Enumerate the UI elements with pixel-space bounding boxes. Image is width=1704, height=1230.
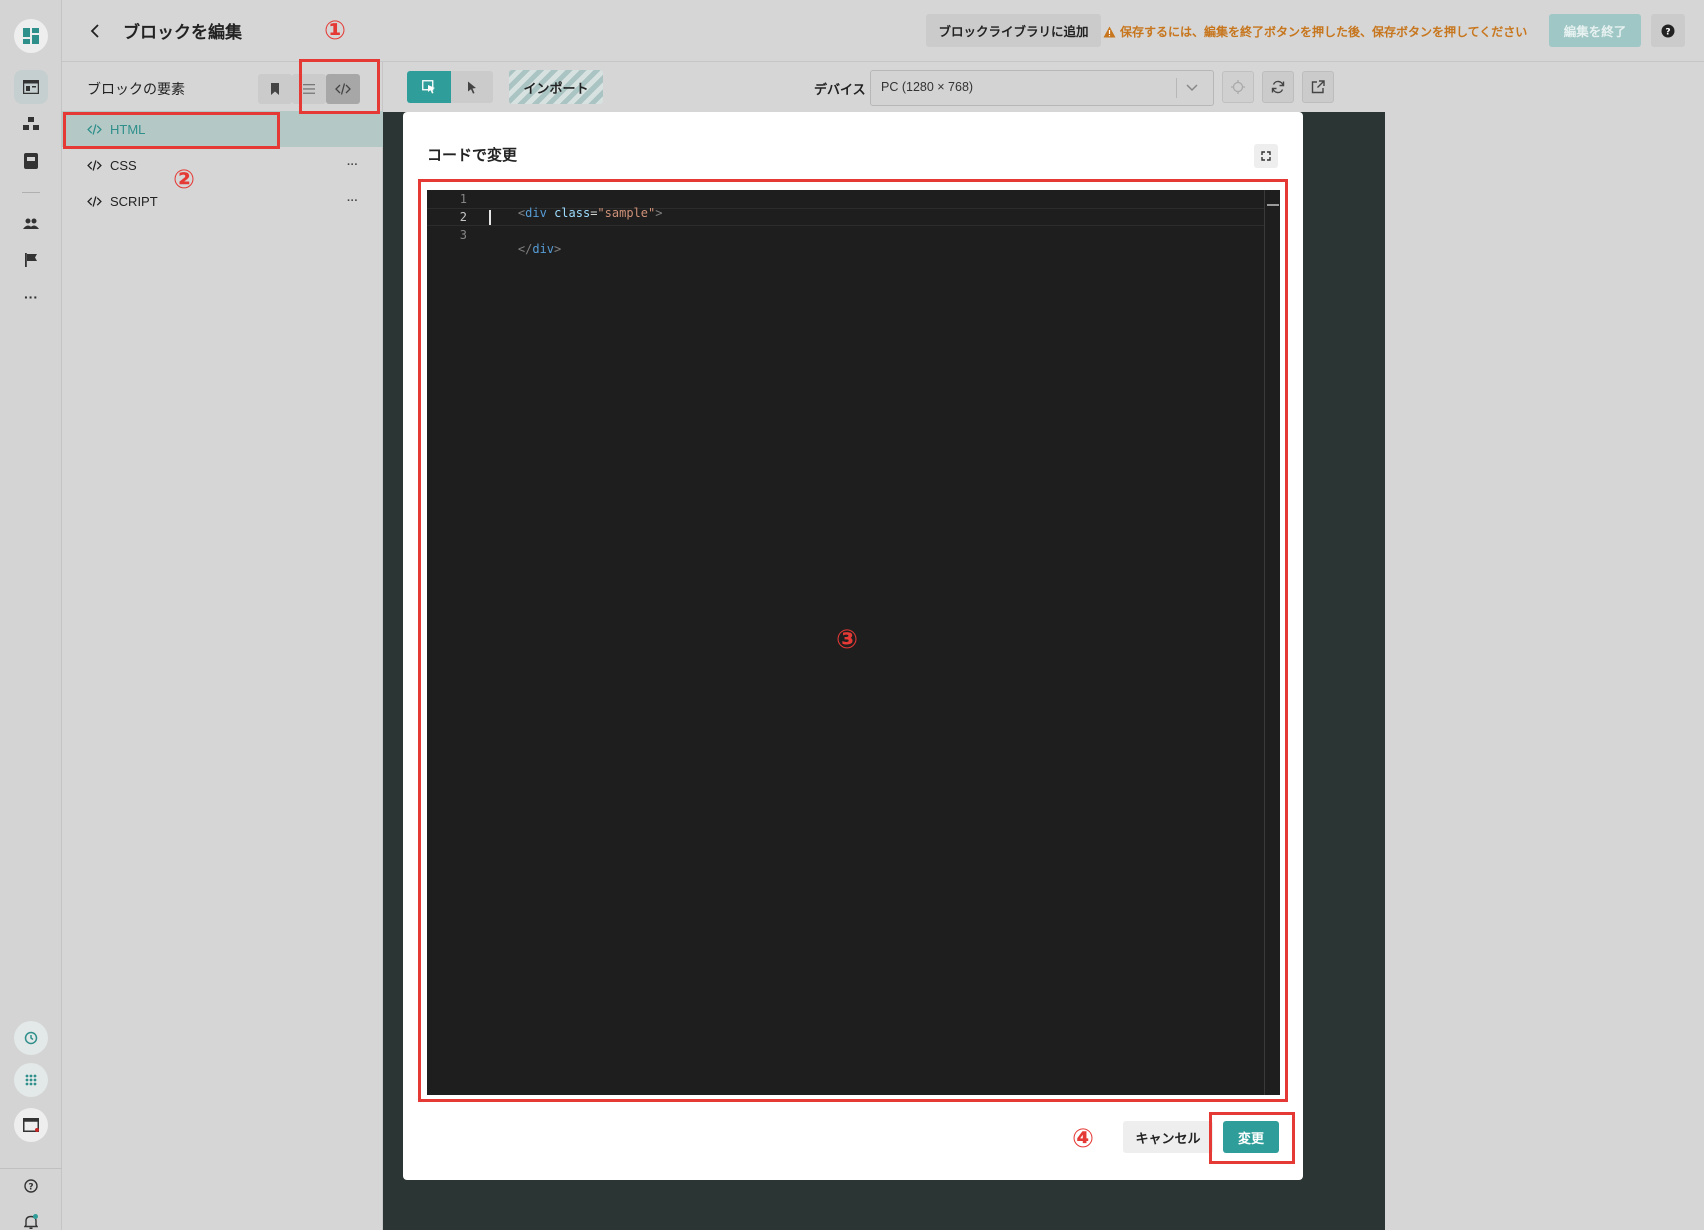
crosshair-icon[interactable]	[1222, 71, 1254, 103]
code-icon	[87, 159, 102, 171]
select-element-icon[interactable]	[407, 71, 451, 103]
annotation-box	[63, 112, 280, 149]
chevron-down-icon	[1186, 84, 1198, 92]
warning-icon	[1103, 26, 1116, 37]
question-icon[interactable]: ?	[1651, 14, 1685, 47]
more-options-icon[interactable]: ···	[347, 195, 358, 207]
modal-title: コードで変更	[427, 147, 518, 164]
import-button[interactable]: インポート	[509, 70, 603, 104]
more-icon[interactable]: ···	[14, 280, 48, 314]
apps-grid-icon[interactable]	[14, 1063, 48, 1097]
svg-text:?: ?	[28, 1183, 33, 1193]
annotation-box	[1209, 1112, 1295, 1164]
save-warning: 保存するには、編集を終了ボタンを押した後、保存ボタンを押してください	[1103, 23, 1527, 40]
warning-text: 保存するには、編集を終了ボタンを押した後、保存ボタンを押してください	[1120, 25, 1528, 39]
annotation-number: ④	[1072, 1124, 1095, 1154]
chevron-left-icon[interactable]	[82, 18, 108, 44]
left-rail: ··· ?	[0, 0, 62, 1230]
tree-item-label: CSS	[110, 157, 137, 173]
annotation-number: ①	[324, 16, 347, 46]
history-icon[interactable]	[14, 1021, 48, 1055]
more-options-icon[interactable]: ···	[347, 159, 358, 171]
help-circle-icon[interactable]: ?	[14, 1169, 48, 1203]
refresh-icon[interactable]	[1262, 71, 1294, 103]
finish-editing-button[interactable]: 編集を終了	[1549, 14, 1641, 47]
browser-window-icon[interactable]	[14, 1108, 48, 1142]
annotation-number: ③	[836, 625, 859, 655]
block-elements-panel: ブロックの要素 HTML CSS ··· SCRIPT ···	[62, 62, 383, 1230]
bell-icon[interactable]	[14, 1205, 48, 1230]
device-select[interactable]: PC (1280 × 768)	[870, 70, 1214, 106]
device-label: デバイス	[814, 82, 866, 97]
blocks-icon[interactable]	[14, 107, 48, 141]
external-link-icon[interactable]	[1302, 71, 1334, 103]
cancel-button[interactable]: キャンセル	[1123, 1121, 1213, 1153]
page-icon[interactable]	[14, 70, 48, 104]
add-to-library-button[interactable]: ブロックライブラリに追加	[926, 14, 1101, 47]
device-select-value: PC (1280 × 768)	[881, 80, 974, 94]
annotation-number: ②	[173, 165, 196, 195]
tree-item-label: SCRIPT	[110, 193, 158, 209]
svg-text:?: ?	[1665, 27, 1670, 37]
code-icon	[87, 195, 102, 207]
expand-icon[interactable]	[1254, 144, 1278, 168]
annotation-box	[299, 59, 380, 114]
page-title: ブロックを編集	[123, 23, 242, 42]
pointer-icon[interactable]	[451, 71, 493, 103]
users-icon[interactable]	[14, 207, 48, 241]
flag-icon[interactable]	[14, 243, 48, 277]
preview-toolbar: インポート デバイス PC (1280 × 768)	[383, 62, 1385, 112]
rail-divider	[22, 192, 40, 193]
select-divider	[1176, 78, 1177, 98]
dashboard-icon[interactable]	[14, 19, 48, 53]
bookmark-icon[interactable]	[258, 74, 292, 104]
template-icon[interactable]	[14, 144, 48, 178]
top-header: ブロックを編集 ブロックライブラリに追加 保存するには、編集を終了ボタンを押した…	[62, 0, 1704, 62]
tree-item-css[interactable]: CSS ···	[62, 147, 383, 183]
tree-item-script[interactable]: SCRIPT ···	[62, 183, 383, 219]
panel-title: ブロックの要素	[87, 81, 185, 97]
